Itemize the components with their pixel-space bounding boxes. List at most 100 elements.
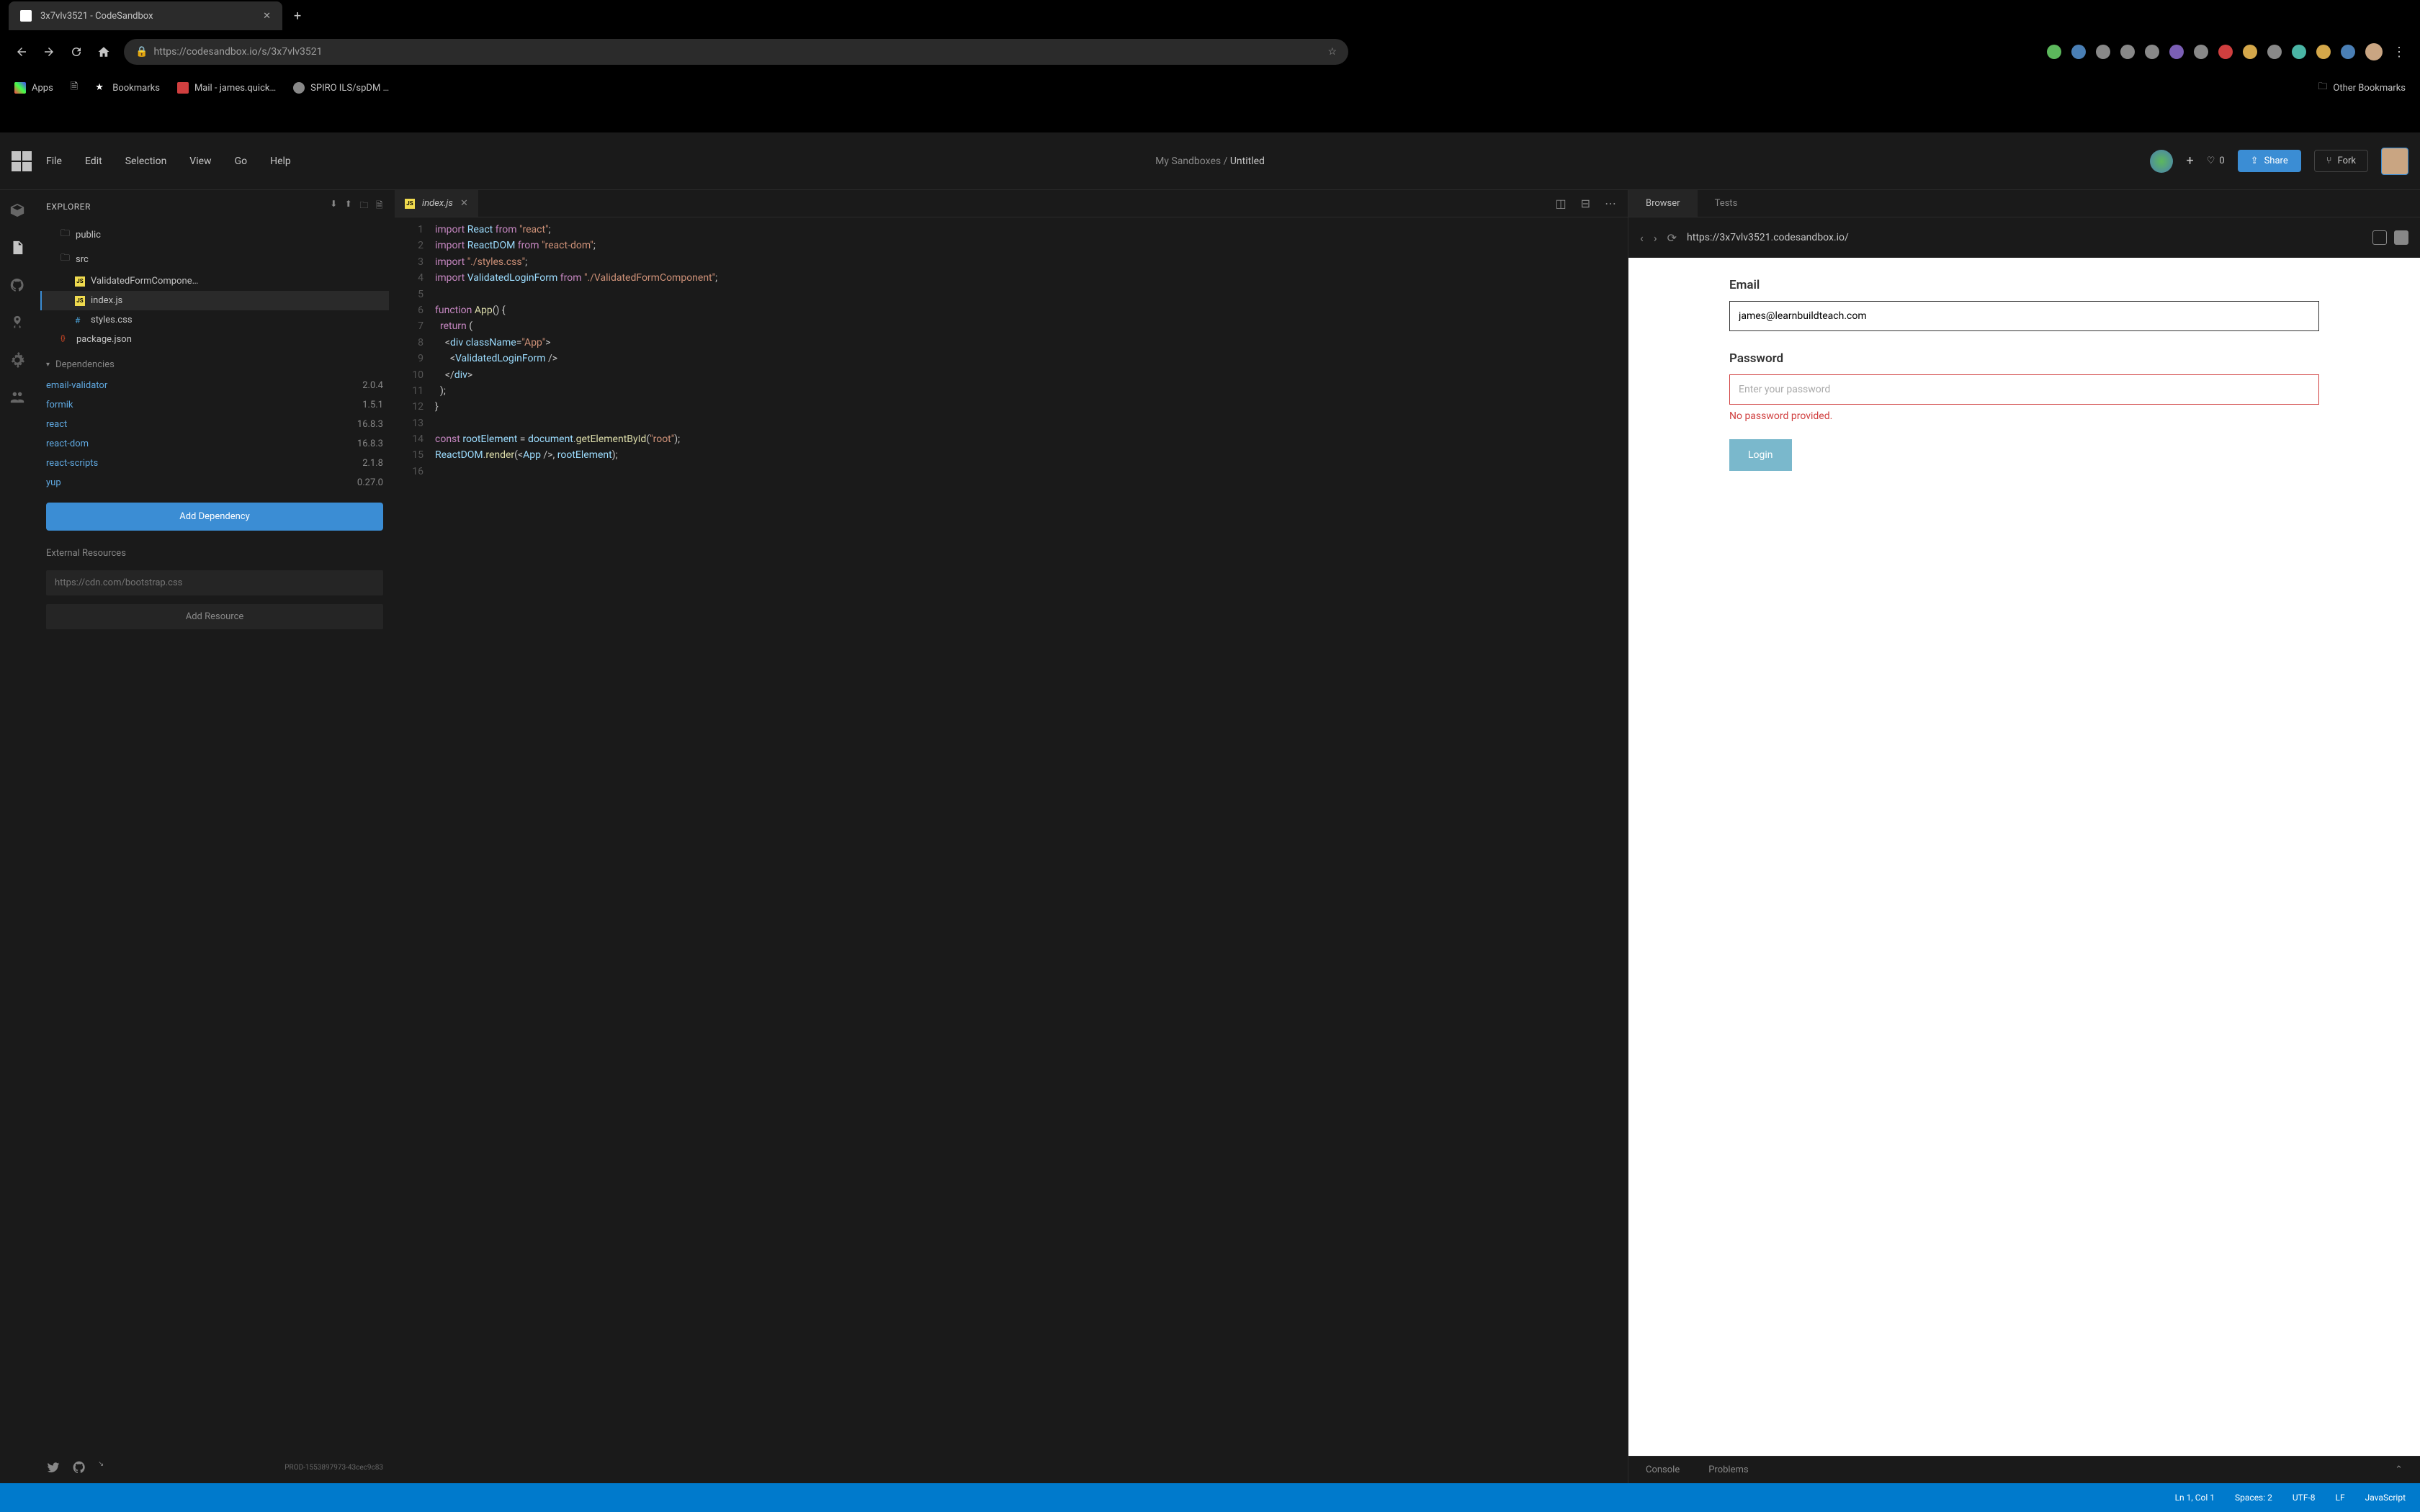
tree-file-styles[interactable]: #styles.css — [40, 310, 389, 330]
dep-item[interactable]: react-scripts2.1.8 — [35, 454, 395, 473]
ext-icon[interactable] — [2243, 45, 2257, 59]
upload-icon[interactable]: ⬆ — [345, 199, 353, 214]
browser-tab[interactable]: 3x7vlv3521 - CodeSandbox ✕ — [9, 1, 282, 30]
star-icon[interactable]: ☆ — [1327, 46, 1337, 58]
other-bookmarks[interactable]: 🗀Other Bookmarks — [2318, 80, 2406, 96]
explorer-icon[interactable] — [9, 239, 26, 256]
ext-icon[interactable] — [2145, 45, 2159, 59]
menu-help[interactable]: Help — [270, 156, 291, 167]
email-field[interactable] — [1729, 301, 2319, 331]
bookmark-item[interactable]: SPIRO ILS/spDM … — [293, 82, 389, 94]
tab-tests[interactable]: Tests — [1698, 190, 1755, 217]
language[interactable]: JavaScript — [2365, 1493, 2406, 1503]
new-file-icon[interactable]: 🗎 — [376, 199, 383, 214]
cursor-position[interactable]: Ln 1, Col 1 — [2175, 1493, 2215, 1503]
profile-avatar[interactable] — [2365, 43, 2383, 60]
github-icon[interactable] — [9, 276, 26, 294]
tree-folder-src[interactable]: 🗀src — [40, 247, 389, 271]
ext-icon[interactable] — [2218, 45, 2233, 59]
ext-icon[interactable] — [2096, 45, 2110, 59]
tree-file-validated[interactable]: JSValidatedFormCompone… — [40, 271, 389, 291]
breadcrumb[interactable]: My Sandboxes / Untitled — [1155, 156, 1265, 167]
ext-icon[interactable] — [2341, 45, 2355, 59]
new-folder-icon[interactable]: 🗀 — [359, 199, 369, 214]
deps-header[interactable]: ▾Dependencies — [35, 349, 395, 376]
new-window-icon[interactable] — [2372, 230, 2387, 245]
ext-icon[interactable] — [2071, 45, 2086, 59]
fork-button[interactable]: ⑂Fork — [2314, 150, 2368, 172]
close-icon[interactable]: ✕ — [263, 11, 271, 22]
back-icon[interactable] — [14, 45, 29, 59]
download-icon[interactable]: ⬇ — [330, 199, 338, 214]
add-resource-button[interactable]: Add Resource — [46, 604, 383, 629]
community-icon[interactable] — [2150, 150, 2173, 173]
encoding[interactable]: UTF-8 — [2293, 1493, 2316, 1503]
reload-icon[interactable] — [69, 45, 84, 59]
menu-file[interactable]: File — [46, 156, 62, 167]
dep-item[interactable]: react-dom16.8.3 — [35, 434, 395, 454]
github-icon[interactable] — [72, 1460, 86, 1475]
user-avatar[interactable] — [2381, 148, 2408, 175]
forward-icon[interactable]: › — [1654, 231, 1657, 245]
ext-icon[interactable] — [2267, 45, 2282, 59]
menu-edit[interactable]: Edit — [85, 156, 102, 167]
expand-icon[interactable] — [2394, 230, 2408, 245]
twitter-icon[interactable] — [46, 1460, 60, 1475]
close-icon[interactable]: ✕ — [460, 198, 468, 209]
dep-item[interactable]: formik1.5.1 — [35, 395, 395, 415]
password-field[interactable] — [1729, 374, 2319, 405]
tree-folder-public[interactable]: 🗀public — [40, 222, 389, 247]
ext-icon[interactable] — [2047, 45, 2061, 59]
more-icon[interactable]: ⋯ — [1605, 197, 1616, 210]
ext-icon[interactable] — [2120, 45, 2135, 59]
resource-input[interactable] — [46, 570, 383, 595]
bookmark-item[interactable]: 🗎 — [71, 80, 78, 96]
home-icon[interactable] — [97, 45, 111, 59]
code-editor[interactable]: 12345678910111213141516 import React fro… — [395, 217, 1628, 1483]
forward-icon[interactable] — [42, 45, 56, 59]
preview-url[interactable] — [1687, 232, 2362, 243]
add-dependency-button[interactable]: Add Dependency — [46, 503, 383, 531]
problems-tab[interactable]: Problems — [1708, 1464, 1748, 1475]
live-icon[interactable] — [9, 389, 26, 406]
back-icon[interactable]: ‹ — [1640, 231, 1644, 245]
menu-go[interactable]: Go — [235, 156, 248, 167]
menu-items: File Edit Selection View Go Help — [46, 156, 291, 167]
tree-file-index[interactable]: JSindex.js — [40, 291, 389, 310]
split-horizontal-icon[interactable]: ◫ — [1555, 197, 1566, 210]
dep-item[interactable]: react16.8.3 — [35, 415, 395, 434]
settings-icon[interactable] — [9, 351, 26, 369]
plus-icon[interactable]: + — [2186, 153, 2193, 168]
tree-file-package[interactable]: {}package.json — [40, 330, 389, 349]
ext-icon[interactable] — [2292, 45, 2306, 59]
ext-icon[interactable] — [2194, 45, 2208, 59]
split-vertical-icon[interactable]: ⊟ — [1581, 197, 1590, 210]
external-resources-header: External Resources — [35, 541, 395, 566]
bookmark-item[interactable]: Mail - james.quick… — [177, 82, 276, 94]
login-button[interactable]: Login — [1729, 439, 1792, 471]
share-button[interactable]: ⇪Share — [2238, 150, 2301, 172]
apps-button[interactable]: Apps — [14, 82, 53, 94]
dep-item[interactable]: yup0.27.0 — [35, 473, 395, 492]
bookmark-item[interactable]: ★Bookmarks — [95, 82, 160, 94]
logo[interactable] — [12, 151, 32, 171]
eol[interactable]: LF — [2336, 1493, 2345, 1503]
feedback-icon[interactable]: ↘ — [98, 1460, 112, 1475]
url-bar[interactable]: 🔒 https://codesandbox.io/s/3x7vlv3521 ☆ — [124, 39, 1348, 65]
indentation[interactable]: Spaces: 2 — [2235, 1493, 2272, 1503]
menu-selection[interactable]: Selection — [125, 156, 167, 167]
ext-icon[interactable] — [2316, 45, 2331, 59]
menu-view[interactable]: View — [189, 156, 211, 167]
editor-tab-index[interactable]: JS index.js ✕ — [395, 190, 478, 217]
likes[interactable]: ♡0 — [2207, 156, 2225, 166]
console-tab[interactable]: Console — [1646, 1464, 1680, 1475]
dep-item[interactable]: email-validator2.0.4 — [35, 376, 395, 395]
deploy-icon[interactable] — [9, 314, 26, 331]
chevron-up-icon[interactable]: ⌃ — [2395, 1464, 2403, 1475]
new-tab-button[interactable]: + — [294, 9, 301, 24]
sandbox-icon[interactable] — [9, 202, 26, 219]
tab-browser[interactable]: Browser — [1628, 190, 1698, 217]
reload-icon[interactable]: ⟳ — [1667, 231, 1677, 245]
ext-icon[interactable] — [2169, 45, 2184, 59]
menu-icon[interactable]: ⋮ — [2393, 45, 2406, 60]
